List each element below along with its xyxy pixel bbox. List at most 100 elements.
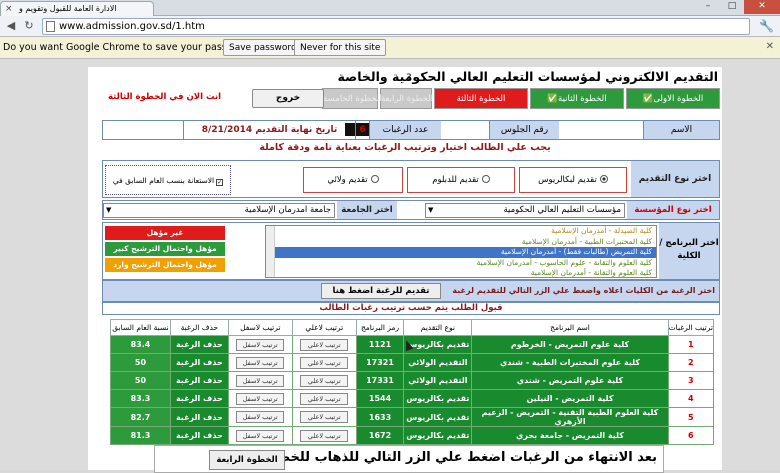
move-up-button[interactable]: ترتيب لاعلي [300, 338, 349, 351]
wrench-icon[interactable]: 🔧 [759, 19, 774, 33]
move-up-button[interactable]: ترتيب لاعلي [300, 411, 349, 423]
previous-year-rate: 82.7 [110, 407, 171, 427]
delete-wish-button[interactable]: حذف الرغبة [176, 340, 223, 349]
wish-program: كلية التمريض - جامعة بحري [471, 426, 669, 445]
name-label: الاسم [643, 121, 719, 139]
move-up-button[interactable]: ترتيب لاعلي [300, 374, 349, 387]
col-delete: حذف الرغبة [169, 319, 229, 336]
maximize-icon[interactable]: □ [720, 0, 744, 14]
program-listbox[interactable]: كلية الصيدلة - أمدرمان الإسلامية كلية ال… [265, 225, 657, 278]
delete-wish-button[interactable]: حذف الرغبة [176, 413, 223, 422]
move-down-button[interactable]: ترتيب لاسفل [236, 411, 285, 423]
institution-row: اختر نوع المؤسسة ▼ مؤسسات التعليم العالي … [102, 200, 720, 220]
col-code: رمز البرنامج [355, 319, 405, 336]
move-up-button[interactable]: ترتيب لاعلي [300, 429, 349, 442]
radio-bachelor[interactable]: تقديم لبكالريوس [519, 167, 627, 193]
window-controls: – □ ✕ [696, 0, 780, 14]
close-infobar-icon[interactable]: ✕ [766, 41, 774, 52]
never-for-site-button[interactable]: Never for this site [294, 39, 387, 56]
move-down-button[interactable]: ترتيب لاسفل [236, 392, 285, 405]
table-row: 4 كلية التمريض - النيلين تقديم بكالريوس 154… [110, 389, 715, 408]
program-box: اختر البرنامج / الكلية كلية الصيدلة - أم… [102, 222, 720, 280]
wish-rank: 4 [667, 389, 715, 408]
table-row: 2 كلية علوم المختبرات الطبية - شندي التقدي… [110, 353, 715, 372]
apply-type-box: اختر نوع التقديم تقديم لبكالريوس تقديم ل… [102, 160, 720, 215]
wish-code: 1544 [355, 389, 405, 408]
wishes-count-label: عدد الرغبات [369, 121, 441, 139]
wish-rank: 5 [667, 407, 715, 427]
delete-wish-button[interactable]: حذف الرغبة [176, 431, 223, 440]
exit-button[interactable]: خروج [252, 89, 324, 108]
checkbox-checked-icon: ✓ [216, 179, 224, 186]
wish-type: تقديم بكالريوس [403, 426, 473, 445]
table-row: 3 كلية علوم التمريض - شندي التقديم الولائي… [110, 371, 715, 390]
previous-year-rate: 83.3 [110, 389, 171, 408]
program-option[interactable]: كلية العلوم والتقانة - علوم الحاسوب - أم… [266, 258, 656, 269]
wish-program: كلية علوم المختبرات الطبية - شندي [471, 353, 669, 372]
page-title: التقديم الالكتروني لمؤسسات التعليم العال… [337, 69, 718, 84]
delete-wish-button[interactable]: حذف الرغبة [176, 358, 223, 367]
next-step-bar: بعد الانتهاء من الرغبات اضغط علي الزر ال… [154, 445, 664, 473]
wish-type: تقديم بكالريوس [403, 335, 473, 354]
program-option-selected[interactable]: كلية التمريض (طالبات فقط) - أمدرمان الإس… [266, 247, 656, 258]
step-2[interactable]: ✅الخطوة الثانية [530, 88, 624, 109]
minimize-icon[interactable]: – [696, 0, 720, 14]
dropdown-arrow-icon: ▼ [428, 206, 434, 214]
browser-tab[interactable]: × الادارة العامة للقبول وتقويم و [0, 1, 154, 16]
wish-code: 1121 [355, 335, 405, 354]
notice-text: يجب علي الطالب اختيار وترتيب الرغبات بعن… [259, 142, 551, 153]
step-1[interactable]: ✅الخطوة الاولى [626, 88, 720, 109]
wish-rank: 2 [667, 353, 715, 372]
radio-state[interactable]: تقديم ولائي [303, 167, 403, 193]
back-icon[interactable]: ◀ [4, 19, 18, 33]
wish-code: 1633 [355, 407, 405, 427]
next-step-button[interactable]: الخطوة الرابعة [209, 450, 285, 470]
wish-rank: 1 [667, 335, 715, 354]
delete-wish-button[interactable]: حذف الرغبة [176, 376, 223, 385]
move-down-button[interactable]: ترتيب لاسفل [236, 338, 285, 351]
move-down-button[interactable]: ترتيب لاسفل [236, 374, 285, 387]
col-down: ترتيب لاسفل [227, 319, 293, 336]
apply-wish-button[interactable]: تقديم للرغبة اضغط هنا [321, 283, 441, 299]
previous-year-rate: 81.3 [110, 426, 171, 445]
url-field[interactable]: www.admission.gov.sd/1.htm [42, 18, 750, 35]
program-option[interactable]: كلية المختبرات الطبية - أمدرمان الإسلامي… [266, 237, 656, 248]
program-option[interactable]: كلية العلوم والتقانة - أمدرمان الإسلامية [266, 268, 656, 277]
radio-icon [370, 175, 379, 183]
move-up-button[interactable]: ترتيب لاعلي [300, 392, 349, 405]
window-close-icon[interactable]: ✕ [744, 0, 780, 14]
previous-year-rate: 50 [110, 371, 171, 390]
listbox-scrollbar[interactable] [266, 226, 275, 277]
step-5: الخطوة الخامسة [322, 88, 382, 109]
institution-type-select[interactable]: ▼ مؤسسات التعليم العالي الحكومية [425, 203, 625, 218]
legend-qualified-low: مؤهل واحتمال الترشيح وارد [105, 258, 225, 272]
move-up-button[interactable]: ترتيب لاعلي [300, 356, 349, 369]
wish-program: كلية التمريض - النيلين [471, 389, 669, 408]
application-form: التقديم الالكتروني لمؤسسات التعليم العال… [88, 67, 722, 473]
save-password-button[interactable]: Save password [223, 39, 303, 56]
url-text: www.admission.gov.sd/1.htm [59, 21, 205, 32]
radio-diploma[interactable]: تقديم للدبلوم [407, 167, 515, 193]
previous-year-rate: 50 [110, 353, 171, 372]
legend: غير مؤهل مؤهل واحتمال الترشيح كبير مؤهل … [105, 226, 225, 274]
legend-qualified-high: مؤهل واحتمال الترشيح كبير [105, 242, 225, 256]
delete-wish-button[interactable]: حذف الرغبة [176, 394, 223, 403]
dropdown-arrow-icon: ▼ [106, 206, 112, 214]
wish-type: تقديم بكالريوس [403, 407, 473, 427]
use-previous-rates-checkbox[interactable]: ✓الاستعانة بنسب العام السابق في الترتيب [105, 165, 231, 215]
reload-icon[interactable]: ↻ [22, 19, 36, 33]
col-type: نوع التقديم [403, 319, 473, 336]
move-down-button[interactable]: ترتيب لاسفل [236, 429, 285, 442]
university-select[interactable]: ▼ جامعة امدرمان الإسلامية [103, 203, 335, 218]
col-rate: نسبة العام السابق [110, 319, 171, 336]
radio-selected-icon [599, 175, 608, 183]
program-option[interactable]: كلية الصيدلة - أمدرمان الإسلامية [266, 226, 656, 237]
apply-row: اختر الرغبة من الكليات اعلاه واضغط علي ا… [102, 280, 720, 302]
table-row: 6 كلية التمريض - جامعة بحري تقديم بكالريوس… [110, 426, 715, 445]
move-down-button[interactable]: ترتيب لاسفل [236, 356, 285, 369]
tab-title: الادارة العامة للقبول وتقويم و [19, 4, 117, 13]
close-tab-icon[interactable]: × [5, 2, 13, 16]
acceptance-note: قبول الطلب يتم حسب ترتيب رغبات الطالب [102, 302, 720, 315]
step-3[interactable]: الخطوة الثالثة [434, 88, 528, 109]
student-info-row: الاسم رقم الجلوس عدد الرغبات 6 تاريخ نها… [102, 120, 720, 140]
